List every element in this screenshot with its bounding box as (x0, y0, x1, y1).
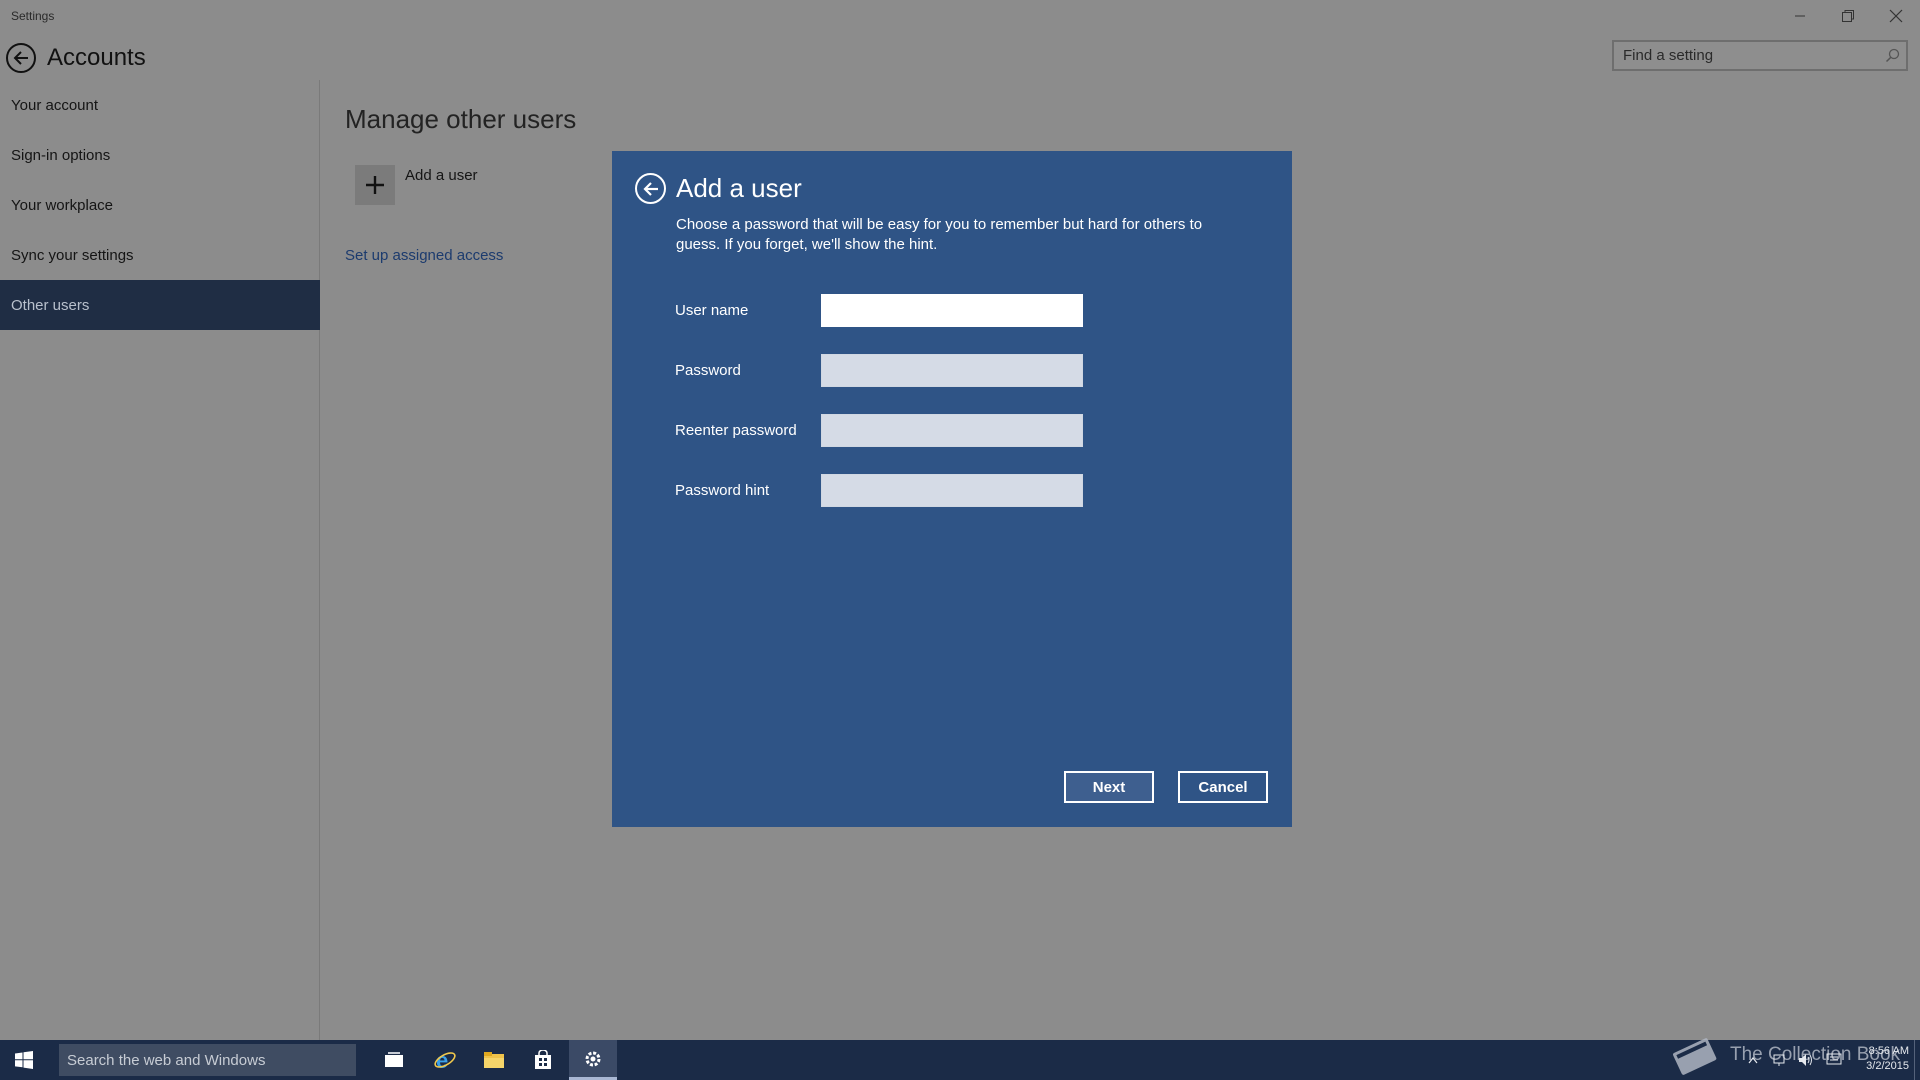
settings-header: Accounts (0, 32, 1920, 80)
next-button[interactable]: Next (1064, 771, 1154, 803)
password-hint-field[interactable] (821, 474, 1083, 507)
restore-button[interactable] (1824, 0, 1872, 32)
sidebar-item-your-account[interactable]: Your account (0, 80, 320, 130)
minimize-icon (1795, 15, 1805, 17)
close-icon (1889, 9, 1903, 23)
username-field[interactable] (821, 294, 1083, 327)
sidebar-item-sync-settings[interactable]: Sync your settings (0, 230, 320, 280)
close-button[interactable] (1872, 0, 1920, 32)
show-desktop-button[interactable] (1914, 1040, 1920, 1080)
store-icon[interactable] (519, 1040, 567, 1080)
sidebar-item-other-users[interactable]: Other users (0, 280, 320, 330)
cancel-button[interactable]: Cancel (1178, 771, 1268, 803)
sidebar-item-label: Sync your settings (11, 246, 134, 264)
assigned-access-link[interactable]: Set up assigned access (345, 247, 503, 264)
back-button[interactable] (6, 43, 36, 73)
password-label: Password (675, 362, 741, 379)
settings-icon[interactable] (569, 1040, 617, 1080)
book-logo-icon (1670, 1034, 1722, 1080)
window-title: Settings (11, 9, 55, 23)
page-title: Accounts (47, 44, 146, 71)
minimize-button[interactable] (1776, 0, 1824, 32)
plus-icon (366, 176, 384, 194)
add-user-label[interactable]: Add a user (405, 167, 478, 184)
password-hint-label: Password hint (675, 482, 770, 499)
add-user-button[interactable] (355, 165, 395, 205)
taskbar-clock[interactable]: 8:56 AM 3/2/2015 (1857, 1044, 1909, 1074)
search-icon[interactable] (1885, 48, 1900, 68)
username-label: User name (675, 302, 749, 319)
sidebar-item-label: Your workplace (11, 196, 114, 214)
action-center-icon[interactable] (1826, 1052, 1842, 1068)
reenter-password-field[interactable] (821, 414, 1083, 447)
task-view-icon[interactable] (370, 1040, 418, 1080)
find-setting-input[interactable] (1614, 42, 1874, 69)
find-setting-search[interactable] (1612, 40, 1908, 71)
section-title: Manage other users (345, 104, 577, 134)
start-button[interactable] (0, 1040, 48, 1080)
sidebar-item-your-workplace[interactable]: Your workplace (0, 180, 320, 230)
taskbar-search-box[interactable]: Search the web and Windows (59, 1044, 356, 1076)
dialog-description: Choose a password that will be easy for … (676, 216, 1203, 253)
password-field[interactable] (821, 354, 1083, 387)
chevron-up-icon[interactable] (1745, 1052, 1761, 1068)
clock-date: 3/2/2015 (1866, 1060, 1909, 1072)
sidebar-item-sign-in-options[interactable]: Sign-in options (0, 130, 320, 180)
add-user-dialog: Add a user Choose a password that will b… (612, 151, 1292, 827)
sidebar: Your account Sign-in options Your workpl… (0, 80, 320, 1040)
windows-logo-icon (15, 1051, 33, 1069)
title-bar: Settings (0, 0, 1920, 32)
sidebar-item-label: Other users (11, 296, 90, 314)
clock-time: 8:56 AM (1868, 1045, 1909, 1057)
internet-explorer-icon[interactable]: e (421, 1040, 469, 1080)
dialog-back-button[interactable] (635, 173, 666, 204)
network-icon[interactable] (1773, 1052, 1789, 1068)
sidebar-item-label: Sign-in options (11, 146, 111, 164)
volume-icon[interactable] (1798, 1052, 1814, 1068)
dialog-title: Add a user (676, 173, 802, 203)
back-arrow-icon (13, 51, 28, 65)
taskbar: Search the web and Windows e The Collect… (0, 1038, 1920, 1080)
file-explorer-icon[interactable] (470, 1040, 518, 1080)
sidebar-item-label: Your account (11, 96, 99, 114)
reenter-password-label: Reenter password (675, 422, 797, 439)
back-arrow-icon (642, 181, 658, 196)
restore-icon (1842, 10, 1854, 22)
